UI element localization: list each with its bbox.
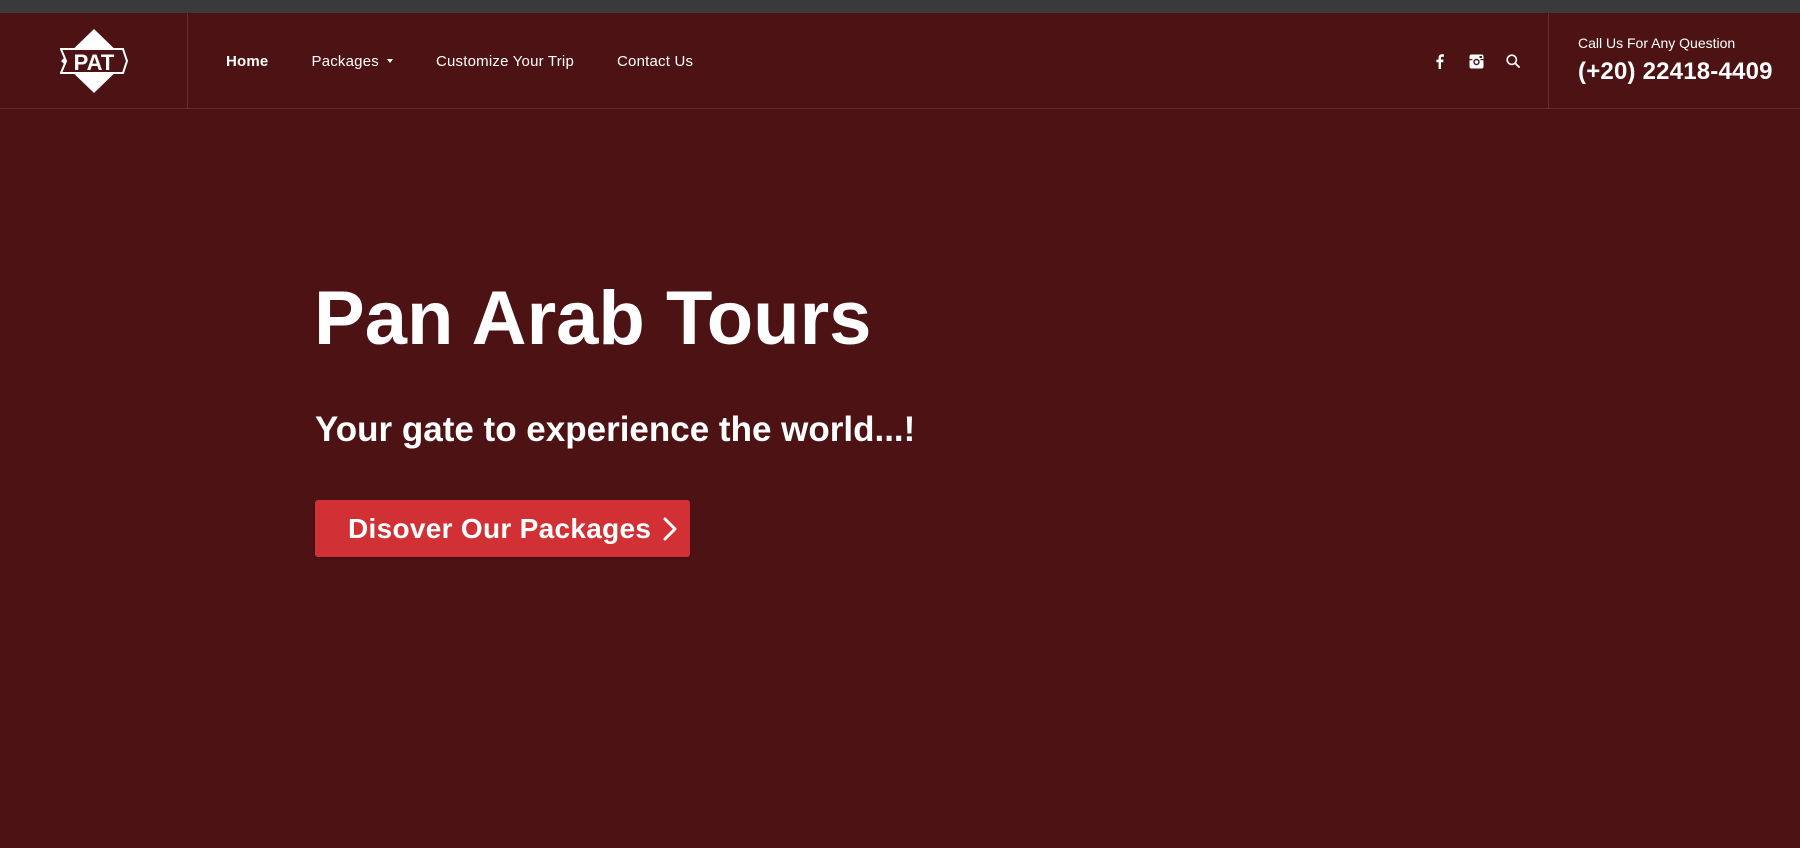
contact-phone[interactable]: (+20) 22418-4409 (1578, 58, 1773, 86)
chevron-down-icon (386, 59, 393, 63)
nav-item-customize-label: Customize Your Trip (435, 52, 574, 70)
nav-item-customize-trip[interactable]: Customize Your Trip (436, 53, 574, 70)
nav-item-packages[interactable]: Packages (311, 52, 393, 70)
nav-item-contact[interactable]: Contact Us (617, 53, 693, 70)
facebook-icon[interactable] (1430, 52, 1448, 70)
hero-title: Pan Arab Tours (314, 276, 872, 361)
header-icons (1430, 13, 1541, 109)
chevron-right-icon (663, 517, 677, 540)
search-icon[interactable] (1504, 52, 1522, 70)
nav-item-packages-label: Packages (311, 52, 379, 70)
instagram-icon[interactable] (1467, 52, 1485, 70)
logo-container[interactable]: PAT (0, 13, 188, 109)
site-header: PAT Home Packages Customize Your Trip Co… (0, 13, 1800, 109)
nav-item-home-label: Home (226, 52, 269, 70)
browser-top-strip (0, 0, 1800, 13)
main-nav: Home Packages Customize Your Trip Contac… (226, 13, 736, 109)
discover-packages-button[interactable]: Disover Our Packages (315, 500, 690, 557)
nav-item-contact-label: Contact Us (617, 52, 694, 70)
pat-logo[interactable]: PAT (60, 28, 128, 94)
discover-packages-label: Disover Our Packages (348, 512, 652, 544)
hero-subtitle: Your gate to experience the world...! (315, 410, 916, 449)
contact-info: Call Us For Any Question (+20) 22418-440… (1548, 13, 1800, 109)
contact-label: Call Us For Any Question (1578, 35, 1736, 51)
logo-text: PAT (74, 50, 115, 75)
nav-item-home[interactable]: Home (226, 53, 268, 70)
